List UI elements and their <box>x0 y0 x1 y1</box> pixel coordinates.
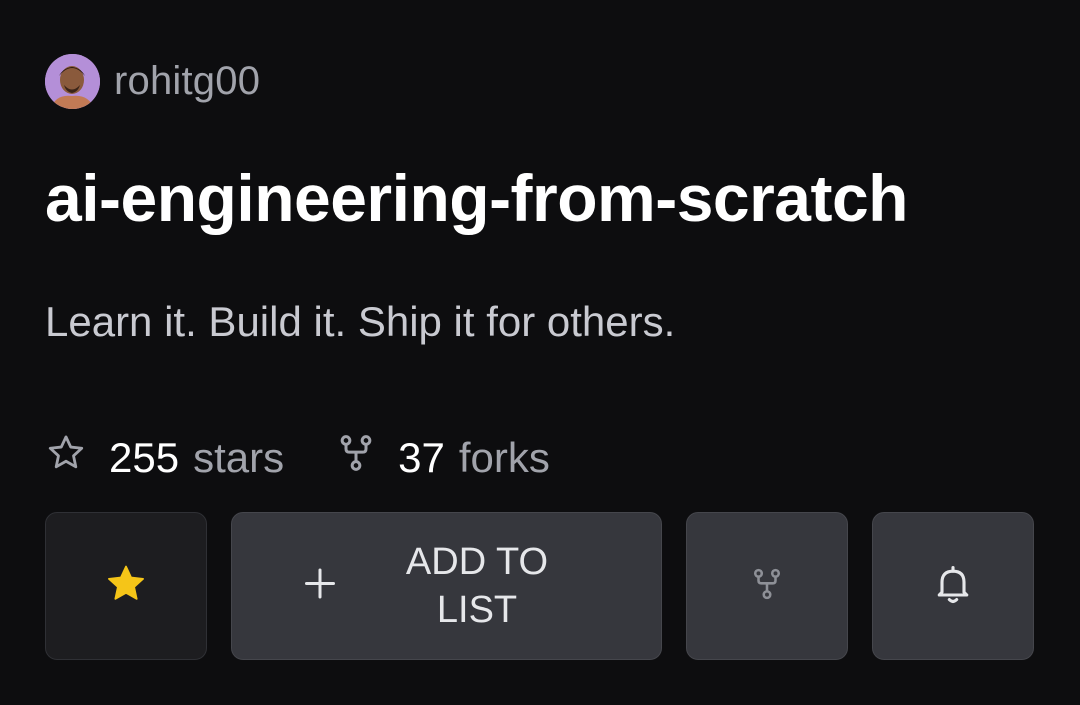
stars-label: stars <box>193 434 285 481</box>
notifications-button[interactable] <box>872 512 1034 660</box>
repo-stats: 255 stars 37 forks <box>45 430 550 486</box>
repo-title[interactable]: ai-engineering-from-scratch <box>45 160 909 236</box>
add-to-list-label: ADD TO LIST <box>405 541 549 631</box>
bell-icon <box>931 562 975 611</box>
add-to-list-button[interactable]: ADD TO LIST <box>231 512 662 660</box>
fork-button[interactable] <box>686 512 848 660</box>
owner-avatar[interactable] <box>45 53 100 109</box>
fork-icon <box>750 563 784 610</box>
owner-username[interactable]: rohitg00 <box>114 59 260 104</box>
fork-icon <box>336 432 376 484</box>
plus-icon <box>302 566 338 607</box>
forks-stat[interactable]: 37 forks <box>336 432 550 484</box>
star-filled-icon <box>104 562 148 611</box>
stars-count: 255 <box>109 434 180 481</box>
star-outline-icon <box>45 432 87 484</box>
stars-stat[interactable]: 255 stars <box>45 432 284 484</box>
repo-description: Learn it. Build it. Ship it for others. <box>45 298 676 345</box>
star-button[interactable] <box>45 512 207 660</box>
forks-label: forks <box>458 434 550 481</box>
repo-owner[interactable]: rohitg00 <box>45 53 260 109</box>
forks-count: 37 <box>398 434 445 481</box>
